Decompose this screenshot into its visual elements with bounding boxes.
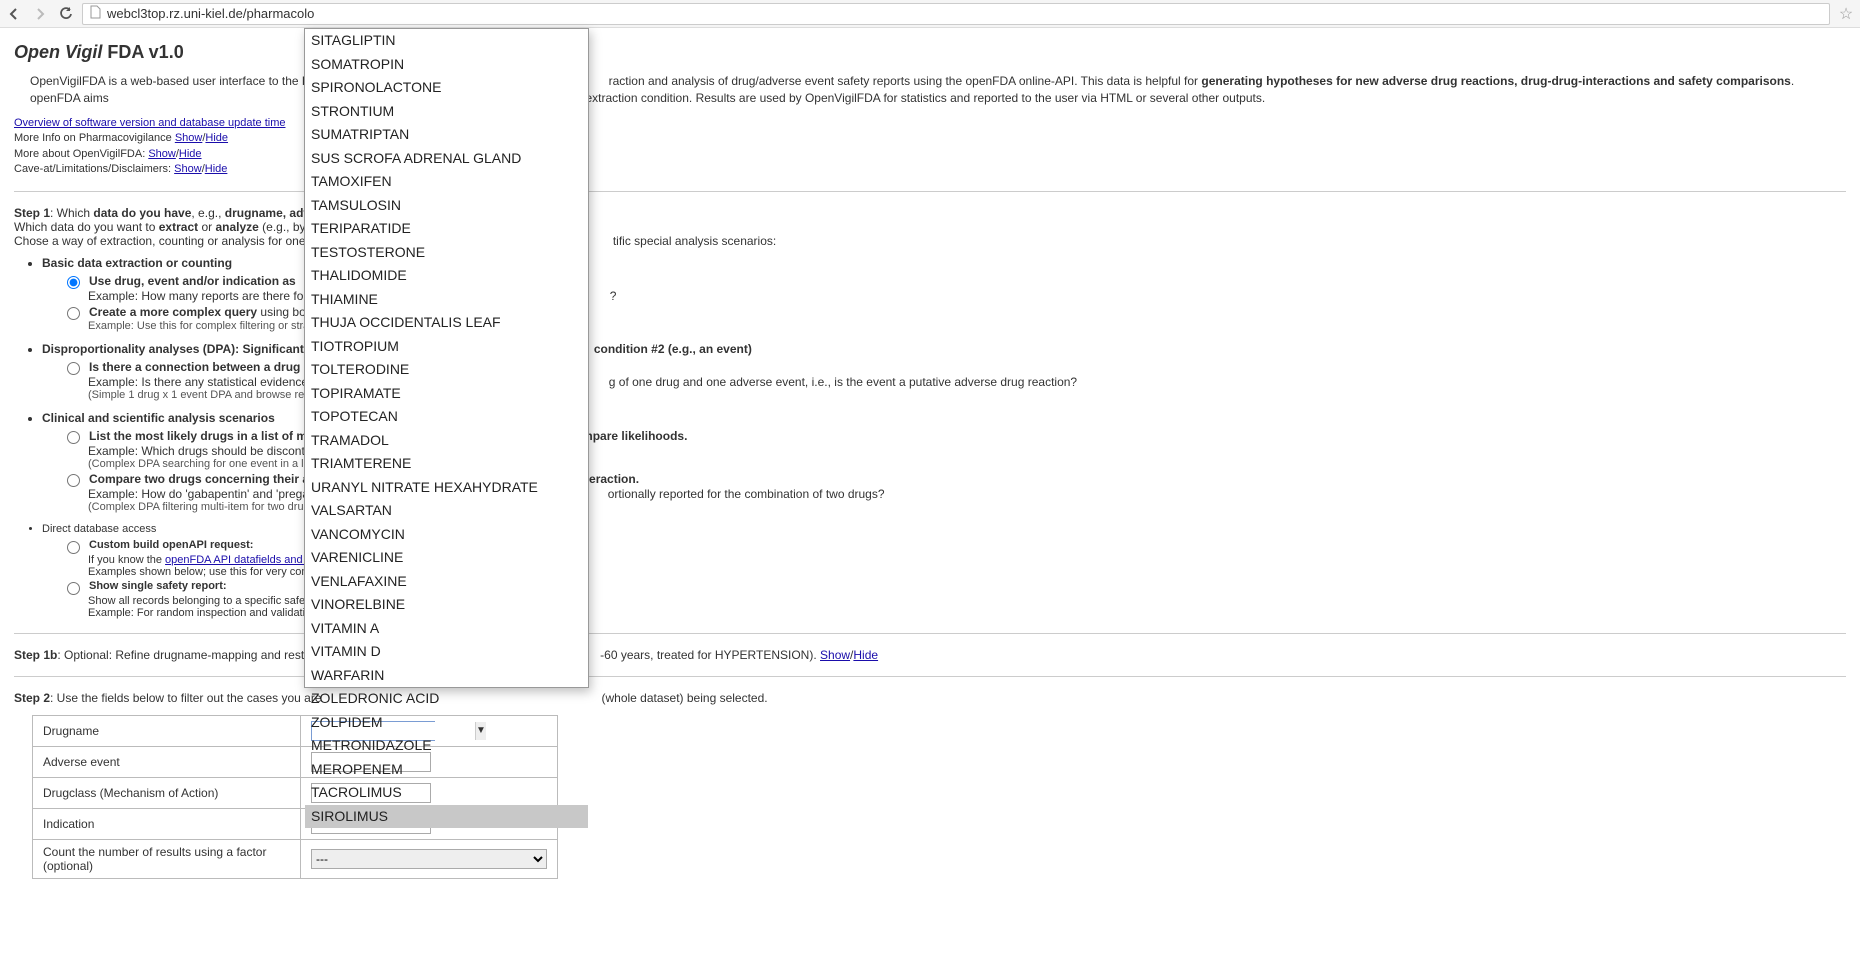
- url-text: webcl3top.rz.uni-kiel.de/pharmacolo: [107, 6, 314, 21]
- reload-button[interactable]: [56, 4, 76, 24]
- dropdown-item[interactable]: VITAMIN A: [305, 617, 588, 641]
- dropdown-item[interactable]: TAMSULOSIN: [305, 194, 588, 218]
- step1b-hide-link[interactable]: Hide: [853, 648, 878, 662]
- forward-button[interactable]: [30, 4, 50, 24]
- step1b-show-link[interactable]: Show: [820, 648, 850, 662]
- count-label: Count the number of results using a fact…: [33, 840, 301, 879]
- dropdown-item[interactable]: SUMATRIPTAN: [305, 123, 588, 147]
- dropdown-item[interactable]: URANYL NITRATE HEXAHYDRATE: [305, 476, 588, 500]
- dropdown-item[interactable]: TAMOXIFEN: [305, 170, 588, 194]
- about-hide-link[interactable]: Hide: [179, 148, 202, 160]
- browser-toolbar: webcl3top.rz.uni-kiel.de/pharmacolo ☆: [0, 0, 1860, 28]
- dropdown-item[interactable]: WARFARIN: [305, 664, 588, 688]
- basic-opt2-radio[interactable]: [67, 307, 80, 320]
- clinical-opt2-radio[interactable]: [67, 474, 80, 487]
- dropdown-item[interactable]: ZOLEDRONIC ACID: [305, 687, 588, 711]
- page-icon: [89, 5, 103, 22]
- dda-opt2-label: Show single safety report:: [89, 580, 227, 592]
- dropdown-item[interactable]: VITAMIN D: [305, 640, 588, 664]
- step1b-block: Step 1b: Optional: Refine drugname-mappi…: [14, 648, 1846, 662]
- step2-block: Step 2: Use the fields below to filter o…: [14, 691, 1846, 705]
- divider-3: [14, 676, 1846, 677]
- dropdown-item[interactable]: SPIRONOLACTONE: [305, 76, 588, 100]
- dpa-opt1-label: Is there a connection between a drug: [89, 360, 300, 374]
- about-show-link[interactable]: Show: [148, 148, 176, 160]
- dropdown-item[interactable]: ZOLPIDEM: [305, 711, 588, 735]
- dropdown-item[interactable]: VINORELBINE: [305, 593, 588, 617]
- adverse-label: Adverse event: [33, 747, 301, 778]
- dda-opt1-label: Custom build openAPI request:: [89, 539, 253, 551]
- clinical-opt1-radio[interactable]: [67, 431, 80, 444]
- basic-opt1-radio[interactable]: [67, 276, 80, 289]
- clinical-section-head: Clinical and scientific analysis scenari…: [42, 411, 275, 425]
- overview-link[interactable]: Overview of software version and databas…: [14, 117, 285, 129]
- dropdown-item[interactable]: TESTOSTERONE: [305, 241, 588, 265]
- info-links-block: Overview of software version and databas…: [14, 116, 1846, 178]
- dropdown-item[interactable]: VARENICLINE: [305, 546, 588, 570]
- dropdown-item[interactable]: SITAGLIPTIN: [305, 29, 588, 53]
- dda-section-head: Direct database access: [42, 523, 156, 535]
- divider-2: [14, 633, 1846, 634]
- title-italic: Open Vigil: [14, 42, 102, 62]
- dropdown-item[interactable]: TOPIRAMATE: [305, 382, 588, 406]
- dropdown-item[interactable]: THUJA OCCIDENTALIS LEAF: [305, 311, 588, 335]
- drugname-label: Drugname: [33, 716, 301, 747]
- dropdown-item[interactable]: SIROLIMUS: [305, 805, 588, 829]
- dropdown-item[interactable]: TOLTERODINE: [305, 358, 588, 382]
- divider: [14, 191, 1846, 192]
- basic-section-head: Basic data extraction or counting: [42, 256, 232, 270]
- pharm-show-link[interactable]: Show: [175, 132, 203, 144]
- basic-opt2-label: Create a more complex query: [89, 305, 257, 319]
- page-title: Open Vigil FDA v1.0: [14, 42, 1846, 63]
- dda-opt1-radio[interactable]: [67, 541, 80, 554]
- drugname-dropdown-list[interactable]: SITAGLIPTINSOMATROPINSPIRONOLACTONESTRON…: [304, 28, 589, 688]
- drugclass-label: Drugclass (Mechanism of Action): [33, 778, 301, 809]
- caveat-hide-link[interactable]: Hide: [205, 163, 228, 175]
- dropdown-item[interactable]: TOPOTECAN: [305, 405, 588, 429]
- dropdown-item[interactable]: TERIPARATIDE: [305, 217, 588, 241]
- indication-label: Indication: [33, 809, 301, 840]
- step1-block: Step 1: Which data do you have, e.g., dr…: [14, 206, 1846, 248]
- dda-opt2-radio[interactable]: [67, 582, 80, 595]
- dropdown-item[interactable]: MEROPENEM: [305, 758, 588, 782]
- bookmark-star-icon[interactable]: ☆: [1836, 4, 1856, 24]
- dropdown-item[interactable]: TRAMADOL: [305, 429, 588, 453]
- dropdown-item[interactable]: TRIAMTERENE: [305, 452, 588, 476]
- dropdown-item[interactable]: SUS SCROFA ADRENAL GLAND: [305, 147, 588, 171]
- back-button[interactable]: [4, 4, 24, 24]
- count-select[interactable]: ---: [311, 849, 547, 869]
- dropdown-item[interactable]: STRONTIUM: [305, 100, 588, 124]
- dropdown-item[interactable]: TACROLIMUS: [305, 781, 588, 805]
- dropdown-item[interactable]: TIOTROPIUM: [305, 335, 588, 359]
- dropdown-item[interactable]: METRONIDAZOLE: [305, 734, 588, 758]
- pharm-hide-link[interactable]: Hide: [205, 132, 228, 144]
- dropdown-item[interactable]: THIAMINE: [305, 288, 588, 312]
- title-rest: FDA v1.0: [102, 42, 183, 62]
- basic-opt1-label: Use drug, event and/or indication as: [89, 274, 296, 288]
- address-bar[interactable]: webcl3top.rz.uni-kiel.de/pharmacolo: [82, 3, 1830, 25]
- intro-paragraph: OpenVigilFDA is a web-based user interfa…: [30, 73, 1830, 108]
- dropdown-item[interactable]: SOMATROPIN: [305, 53, 588, 77]
- table-row: Count the number of results using a fact…: [33, 840, 558, 879]
- dropdown-item[interactable]: VANCOMYCIN: [305, 523, 588, 547]
- dropdown-item[interactable]: THALIDOMIDE: [305, 264, 588, 288]
- dpa-opt1-radio[interactable]: [67, 362, 80, 375]
- dropdown-item[interactable]: VALSARTAN: [305, 499, 588, 523]
- caveat-show-link[interactable]: Show: [174, 163, 202, 175]
- dropdown-item[interactable]: VENLAFAXINE: [305, 570, 588, 594]
